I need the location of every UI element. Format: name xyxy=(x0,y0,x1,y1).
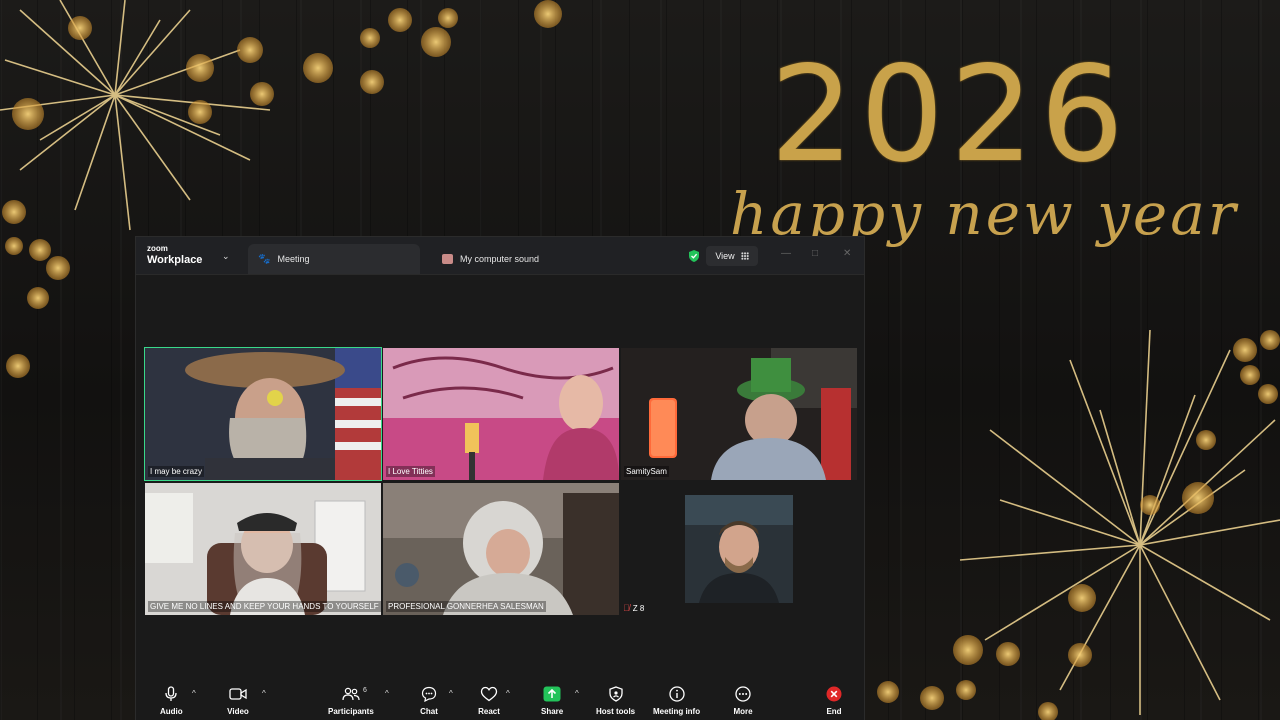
react-button[interactable]: React xyxy=(478,685,500,716)
more-label: More xyxy=(733,707,753,716)
participant-name-bar: 🎙̸ Z 8 xyxy=(623,603,644,613)
mic-muted-icon: 🎙̸ xyxy=(623,603,630,613)
participants-icon xyxy=(340,685,362,703)
audio-options-caret-icon[interactable]: ^ xyxy=(192,689,196,698)
shield-check-icon[interactable] xyxy=(687,249,701,263)
audio-label: Audio xyxy=(160,707,183,716)
chat-icon xyxy=(418,685,440,703)
info-icon xyxy=(666,685,688,703)
video-tile-1[interactable]: I may be crazy xyxy=(144,347,382,481)
more-icon xyxy=(732,685,754,703)
chat-button[interactable]: Chat xyxy=(418,685,440,716)
participants-count-badge: 6 xyxy=(363,687,367,694)
participant-video xyxy=(685,495,793,603)
shield-icon xyxy=(605,685,627,703)
view-button[interactable]: View xyxy=(706,246,758,266)
participant-video xyxy=(621,348,857,480)
grid-icon xyxy=(740,252,749,260)
react-options-caret-icon[interactable]: ^ xyxy=(506,689,510,698)
brand-zoom-label: zoom xyxy=(147,244,168,253)
chevron-down-icon[interactable]: ⌄ xyxy=(222,251,230,262)
audio-button[interactable]: Audio xyxy=(160,685,183,716)
participants-label: Participants xyxy=(328,707,374,716)
meeting-info-button[interactable]: Meeting info xyxy=(653,685,700,716)
host-tools-label: Host tools xyxy=(596,707,636,716)
share-options-caret-icon[interactable]: ^ xyxy=(575,689,579,698)
participant-video xyxy=(383,483,619,615)
microphone-icon xyxy=(160,685,182,703)
title-bar: zoom Workplace ⌄ 🐾 Meeting My computer s… xyxy=(136,237,864,275)
camera-icon xyxy=(227,685,249,703)
video-tile-5[interactable]: PROFESIONAL GONNERHEA SALESMAN xyxy=(383,483,619,615)
zoom-meeting-window: zoom Workplace ⌄ 🐾 Meeting My computer s… xyxy=(135,236,865,720)
chat-options-caret-icon[interactable]: ^ xyxy=(449,689,453,698)
end-button[interactable]: End xyxy=(823,685,845,716)
end-label: End xyxy=(826,707,842,716)
meeting-info-label: Meeting info xyxy=(653,707,701,716)
paw-icon: 🐾 xyxy=(258,253,271,265)
tab-computer-sound-label: My computer sound xyxy=(460,254,540,264)
tab-meeting[interactable]: 🐾 Meeting xyxy=(248,244,420,274)
minimize-icon[interactable]: — xyxy=(781,248,791,259)
share-button[interactable]: Share xyxy=(541,685,563,716)
participant-name: SamitySam xyxy=(624,466,669,477)
video-label: Video xyxy=(227,707,249,716)
participant-video xyxy=(145,483,381,615)
maximize-icon[interactable]: □ xyxy=(812,248,818,259)
meeting-toolbar: Audio ^ Video ^ Participants 6 ^ Chat ^ xyxy=(136,681,864,720)
participant-name: GIVE ME NO LINES AND KEEP YOUR HANDS TO … xyxy=(148,601,381,612)
video-tile-4[interactable]: GIVE ME NO LINES AND KEEP YOUR HANDS TO … xyxy=(145,483,381,615)
tab-meeting-label: Meeting xyxy=(277,254,310,264)
video-button[interactable]: Video xyxy=(227,685,249,716)
video-tile-3[interactable]: SamitySam xyxy=(621,348,857,480)
year-heading: 2026 xyxy=(770,38,1130,192)
participant-name: Z 8 xyxy=(632,603,645,613)
participant-name: I may be crazy xyxy=(148,466,205,477)
react-label: React xyxy=(478,707,500,716)
video-options-caret-icon[interactable]: ^ xyxy=(262,689,266,698)
more-button[interactable]: More xyxy=(732,685,754,716)
view-label: View xyxy=(715,251,735,261)
zoom-brand[interactable]: zoom Workplace xyxy=(147,245,202,266)
host-tools-button[interactable]: Host tools xyxy=(596,685,635,716)
firework-top-left xyxy=(0,0,271,231)
participants-options-caret-icon[interactable]: ^ xyxy=(385,689,389,698)
chat-label: Chat xyxy=(420,707,438,716)
video-tile-2[interactable]: I Love Titties xyxy=(383,348,619,480)
tab-computer-sound[interactable]: My computer sound xyxy=(432,244,612,274)
share-screen-icon xyxy=(541,685,563,703)
participant-name: PROFESIONAL GONNERHEA SALESMAN xyxy=(386,601,546,612)
close-icon[interactable]: ✕ xyxy=(843,248,851,259)
participant-video xyxy=(383,348,619,480)
computer-sound-icon xyxy=(442,254,453,264)
participant-name: I Love Titties xyxy=(386,466,435,477)
end-call-icon xyxy=(823,685,845,703)
heart-icon xyxy=(478,685,500,703)
participant-video xyxy=(145,348,381,480)
brand-workplace-label: Workplace xyxy=(147,254,203,266)
share-label: Share xyxy=(541,707,564,716)
firework-bottom-right xyxy=(959,329,1280,715)
video-tile-6[interactable]: 🎙̸ Z 8 xyxy=(621,483,857,615)
